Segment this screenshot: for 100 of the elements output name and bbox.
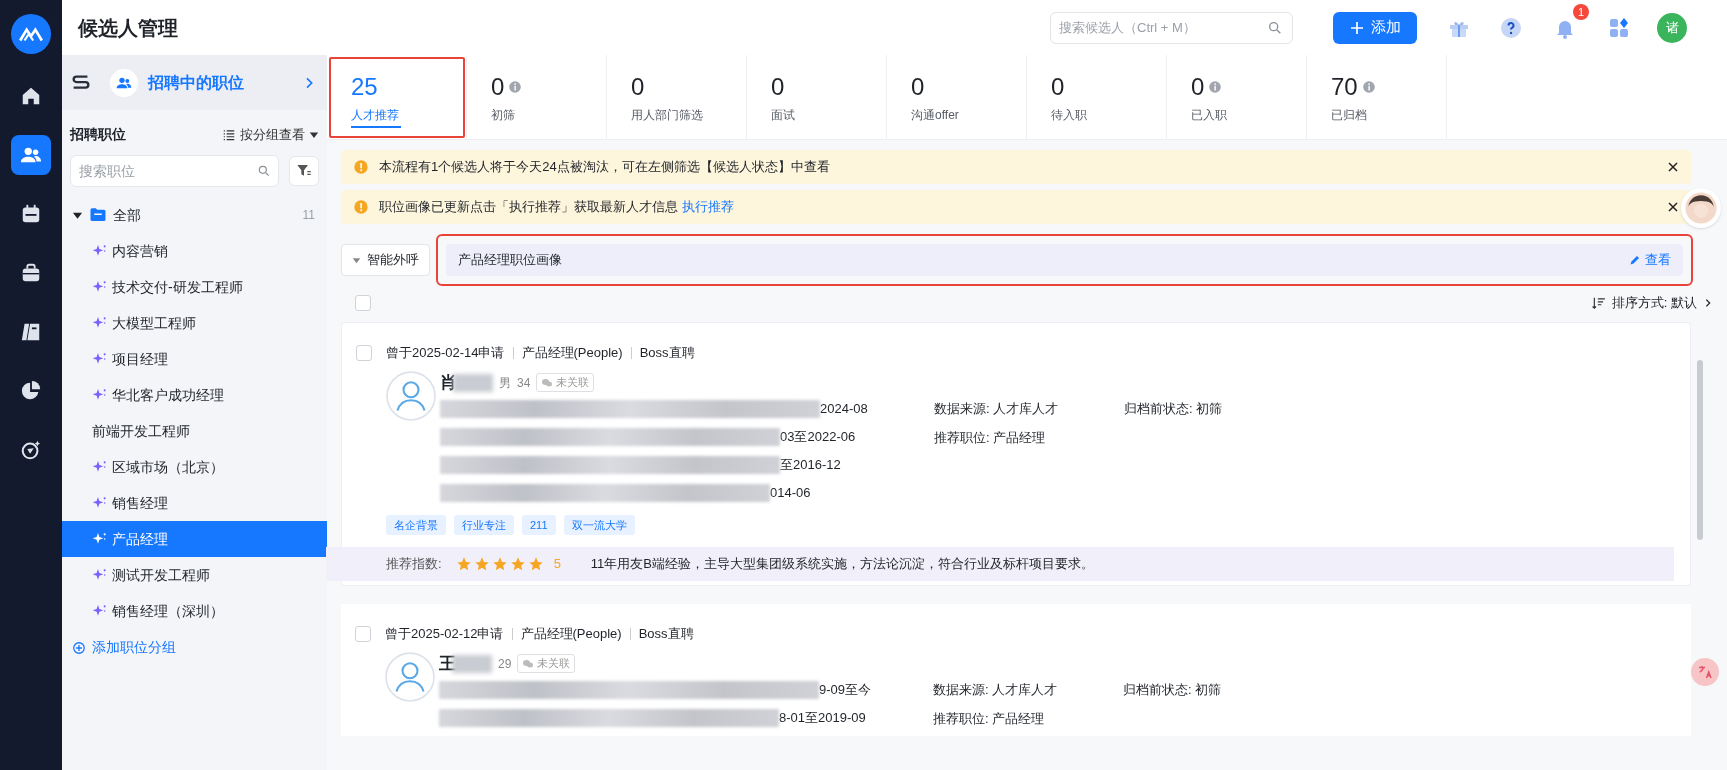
nav-button[interactable]: [11, 135, 51, 175]
apply-info: 产品经理(People): [521, 344, 623, 362]
tree-item[interactable]: 项目经理: [62, 341, 327, 377]
tree-item[interactable]: 产品经理: [62, 521, 327, 557]
candidate-checkbox[interactable]: [355, 626, 371, 642]
view-toggle[interactable]: 按分组查看: [222, 124, 319, 145]
archived-status: 归档前状态: 初筛: [1123, 680, 1223, 699]
tree-item[interactable]: 大模型工程师: [62, 305, 327, 341]
chat-icon: [522, 657, 535, 670]
section-title: 招聘职位: [70, 125, 127, 144]
close-icon: [1667, 161, 1679, 173]
alert-text: 本流程有1个候选人将于今天24点被淘汰，可在左侧筛选【候选人状态】中查看: [379, 158, 830, 177]
pencil-icon: [1629, 254, 1641, 266]
tag: 双一流大学: [563, 514, 635, 535]
blurred-block: [453, 373, 493, 392]
candidate-age: 29: [498, 655, 512, 673]
profile-title: 产品经理职位画像: [458, 251, 563, 270]
help-icon: [1499, 15, 1523, 40]
info-icon: [1208, 79, 1223, 94]
tree-item[interactable]: 销售经理（深圳）: [62, 593, 327, 629]
star-icon: [527, 556, 544, 572]
plus-icon: [1349, 19, 1365, 36]
item-count: 11: [302, 207, 315, 224]
warning-icon: [353, 199, 369, 215]
candidate-age: 34: [517, 374, 531, 392]
calendar-icon: [20, 203, 42, 225]
home-icon: [20, 85, 42, 107]
star-icon: [455, 556, 472, 572]
stage-tab[interactable]: 0 已入职: [1167, 55, 1307, 140]
avatar-icon: [385, 651, 435, 702]
warning-icon: [353, 159, 369, 175]
apply-info: 曾于2025-02-14申请: [386, 344, 505, 362]
tree-item[interactable]: 前端开发工程师: [62, 413, 327, 449]
score-value: 5: [553, 555, 561, 574]
data-source: 数据来源: 人才库人才: [934, 399, 1060, 418]
candidate-name: 王: [439, 652, 456, 675]
chevron-right-icon: [1703, 298, 1713, 308]
info-icon: [508, 79, 523, 94]
view-button[interactable]: 查看: [1629, 250, 1671, 270]
logo[interactable]: [11, 14, 51, 54]
score-label: 推荐指数:: [386, 555, 442, 574]
chat-icon: [541, 376, 554, 389]
star-icon: [473, 556, 490, 572]
alert-text: 职位画像已更新点击「执行推荐」获取最新人才信息: [379, 198, 678, 217]
book-icon: [20, 321, 42, 343]
plus-circle-icon: [72, 640, 86, 655]
close-icon: [1667, 201, 1679, 213]
add-button[interactable]: 添加: [1333, 11, 1417, 44]
apply-info: Boss直聘: [638, 625, 694, 643]
candidate-checkbox[interactable]: [356, 345, 372, 361]
search-icon: [257, 164, 271, 178]
stage-tab[interactable]: 0 用人部门筛选: [607, 55, 747, 140]
stage-tab[interactable]: 0 待入职: [1027, 55, 1167, 140]
experience-date: 9-09至今: [819, 680, 872, 699]
position-search-field[interactable]: 搜索职位: [70, 155, 279, 187]
tag: 211: [522, 514, 556, 535]
tree-node-all[interactable]: 全部 11: [62, 197, 327, 233]
wechat-status-badge: 未关联: [517, 654, 576, 673]
tree-item[interactable]: 销售经理: [62, 485, 327, 521]
tree-item[interactable]: 区域市场（北京）: [62, 449, 327, 485]
page-title: 候选人管理: [78, 15, 178, 41]
add-group-link[interactable]: 添加职位分组: [62, 637, 327, 658]
recommended-position: 推荐职位: 产品经理: [933, 709, 1046, 728]
search-field[interactable]: 搜索候选人（Ctrl + M）: [1050, 11, 1293, 44]
tree-item[interactable]: 华北客户成功经理: [62, 377, 327, 413]
scrollbar[interactable]: [1697, 360, 1703, 540]
experience-date: 2024-08: [820, 399, 868, 418]
tag: 行业专注: [454, 514, 514, 535]
recommended-position: 推荐职位: 产品经理: [934, 428, 1047, 447]
tag: 名企背景: [386, 514, 446, 535]
stage-tab[interactable]: 25 人才推荐: [327, 55, 467, 140]
wechat-status-badge: 未关联: [536, 373, 595, 392]
stage-tab[interactable]: 0 面试: [747, 55, 887, 140]
sort-button[interactable]: 排序方式: 默认: [1591, 293, 1713, 313]
tree-item[interactable]: 内容营销: [62, 233, 327, 269]
assistant-avatar-icon: [1684, 191, 1718, 225]
notification-badge: 1: [1573, 3, 1589, 20]
tree-item[interactable]: 测试开发工程师: [62, 557, 327, 593]
info-icon: [1361, 79, 1376, 94]
list-icon: [222, 127, 236, 142]
tree-item[interactable]: 技术交付-研发工程师: [62, 269, 327, 305]
search-icon: [1267, 19, 1283, 36]
stage-tab[interactable]: 0 初筛: [467, 55, 607, 140]
tree-label: 全部: [113, 205, 142, 225]
stage-tab[interactable]: 0 沟通offer: [887, 55, 1027, 140]
translate-button[interactable]: [1691, 658, 1719, 686]
translate-icon: [1696, 663, 1714, 681]
smart-call-button[interactable]: 智能外呼: [341, 244, 430, 276]
recommendation-summary: 11年用友B端经验，主导大型集团级系统实施，方法论沉淀，符合行业及标杆项目要求。: [590, 555, 1095, 574]
stage-tab[interactable]: 70 已归档: [1307, 55, 1447, 140]
avatar-icon: [386, 370, 436, 421]
run-recommend-link[interactable]: 执行推荐: [682, 197, 734, 217]
experience-date: 03至2022-06: [780, 427, 856, 446]
candidate-gender: 男: [499, 374, 511, 392]
apply-info: Boss直聘: [639, 344, 695, 362]
filter-button[interactable]: [289, 156, 319, 186]
apply-info: 曾于2025-02-12申请: [385, 625, 504, 643]
pie-chart-icon: [20, 380, 42, 402]
star-icon: [509, 556, 526, 572]
select-all-checkbox[interactable]: [355, 295, 371, 311]
